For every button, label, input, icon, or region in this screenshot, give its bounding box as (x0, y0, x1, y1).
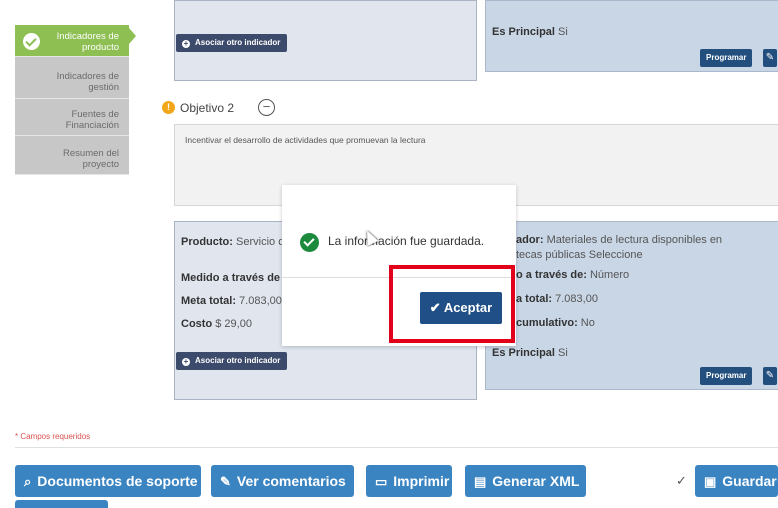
sidebar-item-indicadores-gestion[interactable]: Indicadores de gestión (15, 57, 129, 99)
save-disk-icon: ▣ (704, 474, 717, 489)
checkmark-icon-save: ✓ (676, 473, 687, 488)
sidebar-item-label-2: gestión (88, 82, 119, 93)
indicador-field: ador: Materiales de lectura disponibles … (516, 234, 723, 246)
dialog-message: La información fue guardada. (328, 234, 485, 248)
medido-field: Medido a través de (181, 272, 281, 284)
objetivo-description: Incentivar el desarrollo de actividades … (185, 135, 426, 145)
sidebar-item-label: Fuentes de (71, 109, 119, 120)
sidebar-item-label: Resumen del (63, 148, 119, 159)
toolbar-button-partial[interactable] (15, 500, 108, 508)
required-fields-note: * Campos requeridos (15, 432, 91, 441)
printer-icon: ▭ (375, 474, 388, 489)
plus-icon: + (182, 357, 190, 366)
footer-divider (15, 447, 778, 448)
warning-icon: ! (162, 101, 175, 114)
add-indicator-button-top[interactable]: + Asociar otro indicador (176, 34, 288, 52)
save-button[interactable]: ▣ Guardar (695, 465, 778, 497)
print-button[interactable]: ▭ Imprimir (366, 465, 452, 497)
xml-file-icon: ▤ (474, 474, 487, 489)
meta-total-indicador-field: a total: 7.083,00 (516, 293, 598, 305)
collapse-minus-icon[interactable]: − (258, 99, 275, 116)
es-principal-field: Es Principal Si (492, 347, 568, 359)
sidebar-item-resumen[interactable]: Resumen del proyecto (15, 136, 129, 175)
programar-button-top[interactable]: Programar (700, 49, 753, 67)
add-indicator-button[interactable]: + Asociar otro indicador (176, 352, 288, 370)
objetivo-title: Objetivo 2 (180, 101, 235, 115)
sidebar-item-label: Indicadores de (56, 71, 119, 82)
costo-field: Costo $ 29,00 (181, 318, 252, 330)
edit-pencil-icon[interactable]: ✎ (763, 367, 777, 385)
active-arrow-icon (129, 28, 136, 44)
sidebar-item-label-2: Financiación (65, 120, 119, 131)
success-check-icon (300, 233, 319, 252)
view-comments-button[interactable]: ✎ Ver comentarios (211, 465, 354, 497)
check-circle-icon (23, 33, 40, 50)
edit-pencil-icon-top[interactable]: ✎ (763, 49, 777, 67)
es-principal-top: Es Principal Si (492, 26, 568, 38)
producto-field: Producto: Servicio d (181, 236, 285, 248)
comment-icon: ✎ (220, 474, 231, 489)
meta-total-field: Meta total: 7.083,00 (181, 295, 282, 307)
programar-button[interactable]: Programar (700, 367, 753, 385)
highlight-box (389, 265, 515, 343)
plus-icon: + (182, 39, 190, 48)
support-documents-button[interactable]: ⌕ Documentos de soporte (15, 465, 201, 497)
indicator-panel (485, 221, 778, 390)
medido-indicador-field: o a través de: Número (516, 269, 630, 281)
sidebar-item-label-2: proyecto (82, 159, 119, 170)
indicador-field-2: tecas públicas Seleccione (516, 249, 643, 261)
sidebar-item-indicadores-producto[interactable]: Indicadores de producto (15, 25, 129, 57)
sidebar-item-fuentes[interactable]: Fuentes de Financiación (15, 99, 129, 136)
acumulativo-field: cumulativo: No (516, 317, 595, 329)
paperclip-icon: ⌕ (24, 474, 32, 489)
generate-xml-button[interactable]: ▤ Generar XML (465, 465, 586, 497)
